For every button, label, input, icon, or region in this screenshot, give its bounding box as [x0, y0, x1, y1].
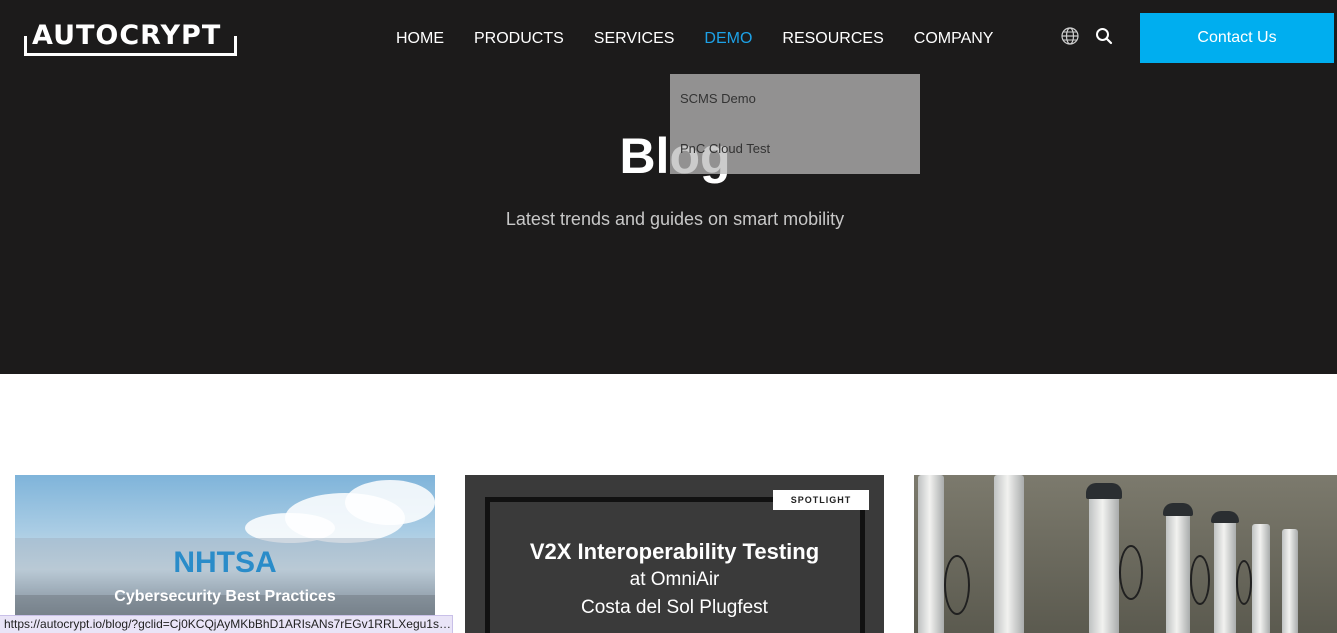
contact-us-button[interactable]: Contact Us: [1140, 13, 1334, 63]
demo-dropdown-menu: SCMS Demo PnC Cloud Test: [670, 74, 920, 174]
charger-post: [918, 475, 944, 633]
link-status-bar: https://autocrypt.io/blog/?gclid=Cj0KCQj…: [0, 615, 453, 633]
main-nav: HOME PRODUCTS SERVICES DEMO RESOURCES CO…: [396, 26, 1023, 52]
charger-cap: [1163, 503, 1193, 516]
charging-cable: [1236, 560, 1252, 605]
charger-post: [1214, 517, 1236, 633]
nav-resources[interactable]: RESOURCES: [782, 26, 883, 52]
logo-text: AUTOCRYPT: [32, 20, 222, 51]
page-subtitle: Latest trends and guides on smart mobili…: [505, 209, 845, 229]
charger-post: [994, 475, 1024, 633]
hero-section: AUTOCRYPT HOME PRODUCTS SERVICES DEMO RE…: [0, 0, 1337, 374]
autocrypt-logo[interactable]: AUTOCRYPT: [24, 18, 237, 58]
charger-post: [1089, 490, 1119, 633]
charger-cap: [1211, 511, 1239, 523]
charger-post: [1166, 509, 1190, 633]
charger-cap: [1086, 483, 1122, 499]
charger-post: [1252, 524, 1270, 633]
card-subtitle: Cybersecurity Best Practices: [114, 588, 336, 605]
card-subtitle: Costa del Sol Plugfest: [581, 597, 768, 618]
blog-card-ev-chargers[interactable]: [914, 475, 1337, 633]
nav-demo[interactable]: DEMO: [704, 26, 752, 52]
card-title: V2X Interoperability Testing: [529, 539, 820, 564]
nav-products[interactable]: PRODUCTS: [474, 26, 564, 52]
card-subtitle: at OmniAir: [629, 569, 720, 590]
card-title: NHTSA: [173, 546, 277, 579]
nav-home[interactable]: HOME: [396, 26, 444, 52]
nav-company[interactable]: COMPANY: [914, 26, 994, 52]
blog-card-v2x[interactable]: SPOTLIGHT V2X Interoperability Testing a…: [465, 475, 884, 633]
globe-icon[interactable]: [1060, 26, 1080, 46]
dropdown-item-scms-demo[interactable]: SCMS Demo: [680, 89, 756, 109]
charging-cable: [1119, 545, 1143, 600]
blog-card-nhtsa[interactable]: NHTSA Cybersecurity Best Practices: [15, 475, 435, 633]
charging-cable: [944, 555, 970, 615]
search-icon[interactable]: [1095, 27, 1113, 45]
spotlight-badge: SPOTLIGHT: [773, 490, 869, 510]
charging-cable: [1190, 555, 1210, 605]
page-title: Blog: [0, 126, 1337, 186]
cloud-shape: [345, 480, 435, 525]
nav-services[interactable]: SERVICES: [594, 26, 675, 52]
dropdown-item-pnc-cloud-test[interactable]: PnC Cloud Test: [680, 139, 770, 159]
charger-post: [1282, 529, 1298, 633]
